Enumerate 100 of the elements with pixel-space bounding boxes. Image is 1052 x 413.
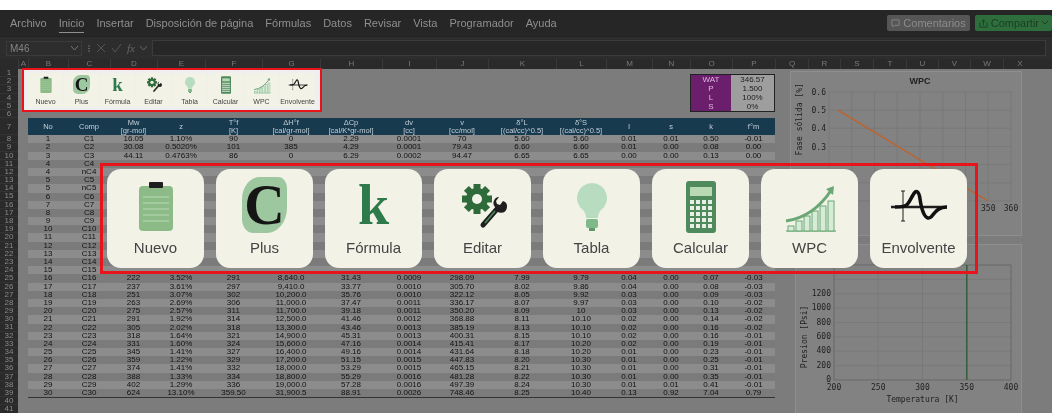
- table-cell-text: 1.41%: [168, 348, 194, 357]
- row-number[interactable]: 24: [0, 266, 18, 275]
- row-number[interactable]: 9: [0, 143, 18, 152]
- row-number[interactable]: 20: [0, 233, 18, 242]
- chart-title: WPC: [909, 76, 931, 86]
- tool-button[interactable]: Tabla: [543, 169, 640, 268]
- row-number[interactable]: 38: [0, 380, 18, 389]
- menu-tab[interactable]: Fórmulas: [265, 13, 312, 33]
- column-letter[interactable]: T: [873, 59, 906, 69]
- row-number[interactable]: 10: [0, 151, 18, 160]
- menu-tab[interactable]: Archivo: [10, 13, 47, 33]
- row-number[interactable]: 2: [0, 77, 18, 86]
- row-number[interactable]: 30: [0, 315, 18, 324]
- tool-button[interactable]: C Plus: [216, 169, 313, 268]
- row-number[interactable]: 37: [0, 372, 18, 381]
- column-letter[interactable]: W: [970, 59, 1003, 69]
- row-number[interactable]: 13: [0, 176, 18, 185]
- table-cell-text: 359.50: [220, 389, 247, 398]
- row-number[interactable]: 23: [0, 257, 18, 267]
- menu-tab[interactable]: Revisar: [363, 13, 402, 33]
- column-letter[interactable]: V: [938, 59, 970, 69]
- table-cell-text: 9.86: [572, 282, 590, 291]
- table-cell-text: 70: [457, 135, 467, 144]
- table-cell-text: 1.60%: [168, 339, 194, 349]
- tool-button[interactable]: Calcular: [652, 169, 749, 268]
- menu-tab[interactable]: Programador: [449, 13, 514, 33]
- column-letter[interactable]: Q: [775, 59, 808, 69]
- row-number[interactable]: 1: [0, 69, 18, 78]
- row-number[interactable]: 16: [0, 200, 18, 209]
- row-number[interactable]: 7: [0, 118, 18, 136]
- name-box[interactable]: M46: [6, 40, 82, 56]
- row-number[interactable]: 29: [0, 307, 18, 316]
- column-letter[interactable]: P: [732, 59, 775, 69]
- tool-button[interactable]: WPC: [761, 169, 858, 268]
- column-letter[interactable]: X: [1003, 59, 1036, 69]
- menu-tab[interactable]: Vista: [413, 13, 438, 33]
- table-cell-text: 4: [44, 159, 52, 168]
- tick-label: 0.5: [811, 106, 826, 116]
- cancel-icon[interactable]: [96, 43, 106, 53]
- row-number[interactable]: 27: [0, 290, 18, 299]
- row-number[interactable]: 22: [0, 249, 18, 258]
- column-letter[interactable]: J: [436, 59, 488, 69]
- column-letter[interactable]: O: [690, 59, 732, 69]
- table-cell-text: 44.11: [122, 151, 145, 160]
- row-number[interactable]: 31: [0, 323, 18, 332]
- column-letter[interactable]: R: [808, 59, 840, 69]
- table-cell-text: 0.01: [620, 380, 638, 389]
- row-number[interactable]: 39: [0, 388, 18, 398]
- row-number[interactable]: 15: [0, 192, 18, 201]
- tool-button[interactable]: Nuevo: [107, 169, 204, 268]
- row-number[interactable]: 25: [0, 274, 18, 283]
- row-number[interactable]: 11: [0, 159, 18, 168]
- summary-label: P: [691, 84, 731, 93]
- column-letter[interactable]: L: [556, 59, 606, 69]
- check-icon[interactable]: [111, 43, 122, 53]
- column-letter[interactable]: N: [652, 59, 690, 69]
- row-number[interactable]: 36: [0, 364, 18, 373]
- row-number[interactable]: 28: [0, 298, 18, 308]
- row-number[interactable]: 32: [0, 331, 18, 340]
- menu-tab[interactable]: Inicio: [58, 13, 85, 33]
- table-cell-text: -0.01: [743, 135, 764, 144]
- menu-tab[interactable]: Disposición de página: [145, 13, 254, 33]
- column-letter[interactable]: M: [606, 59, 652, 69]
- column-letter[interactable]: U: [906, 59, 938, 69]
- table-cell-text: 305: [125, 323, 142, 332]
- row-number[interactable]: 17: [0, 208, 18, 217]
- table-cell-text: 0.13: [620, 389, 638, 398]
- menu-tab[interactable]: Datos: [323, 13, 352, 33]
- table-cell-text: 47.16: [340, 339, 362, 349]
- table-cell-text: 415.41: [448, 339, 476, 349]
- row-number[interactable]: 4: [0, 93, 18, 102]
- table-cell-text: 39.18: [340, 307, 362, 316]
- row-number[interactable]: 19: [0, 225, 18, 234]
- row-number[interactable]: 41: [0, 405, 18, 413]
- row-number[interactable]: 8: [0, 135, 18, 144]
- function-button[interactable]: fx: [127, 42, 135, 54]
- row-number[interactable]: 21: [0, 241, 18, 250]
- row-number[interactable]: 40: [0, 397, 18, 406]
- tool-button[interactable]: Editar: [434, 169, 531, 268]
- row-number[interactable]: 6: [0, 109, 18, 119]
- row-number[interactable]: 14: [0, 184, 18, 193]
- tick-label: 0.3: [811, 142, 826, 152]
- menu-tab[interactable]: Ayuda: [525, 13, 557, 33]
- row-number[interactable]: 35: [0, 356, 18, 365]
- tool-button[interactable]: Envolvente: [870, 169, 967, 268]
- row-number[interactable]: 3: [0, 85, 18, 94]
- table-cell-text: 0.0013: [395, 323, 423, 332]
- tool-button[interactable]: k Fórmula: [325, 169, 422, 268]
- column-letter[interactable]: I: [382, 59, 436, 69]
- row-number[interactable]: 33: [0, 339, 18, 348]
- row-number[interactable]: 18: [0, 217, 18, 226]
- row-number[interactable]: 26: [0, 282, 18, 291]
- table-cell-text: C7: [82, 200, 96, 209]
- row-number[interactable]: 5: [0, 101, 18, 110]
- table-cell-text: 8.15: [513, 331, 531, 340]
- table-cell-text: 318: [125, 331, 142, 340]
- menu-tab[interactable]: Insertar: [96, 13, 134, 33]
- row-number[interactable]: 34: [0, 348, 18, 357]
- row-number[interactable]: 12: [0, 167, 18, 177]
- table-cell-text: 0.50: [702, 135, 720, 144]
